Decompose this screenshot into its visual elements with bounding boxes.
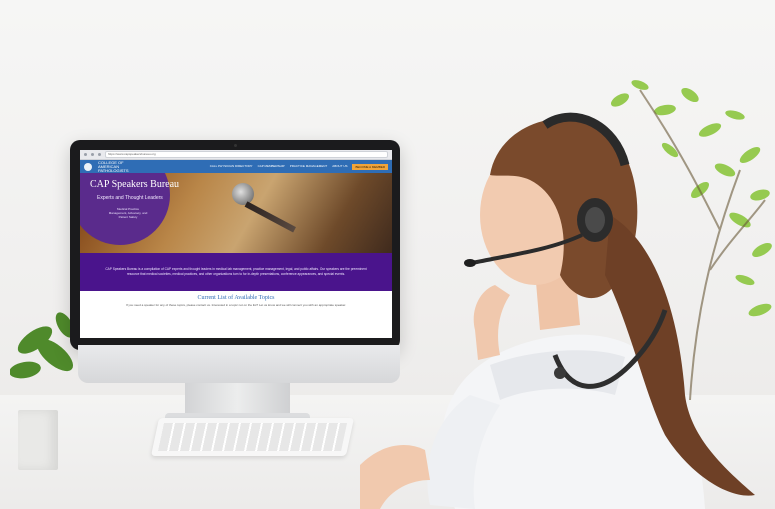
photo-scene: https://www.capspeakersbureau.org COLLEG… (0, 0, 775, 509)
plant-pot (18, 410, 58, 470)
forward-icon[interactable] (91, 153, 94, 156)
logo-text[interactable]: COLLEGE OF AMERICAN PATHOLOGISTS (98, 160, 144, 173)
topics-title: Current List of Available Topics (197, 295, 275, 301)
topics-section: Current List of Available Topics If you … (80, 291, 392, 307)
nav-link[interactable]: PRACTICE MANAGEMENT (290, 164, 328, 170)
nav-link[interactable]: ABOUT US (332, 164, 347, 170)
hero-small-text: Medical Practice Management, Advocacy, a… (108, 207, 148, 219)
hero-title: CAP Speakers Bureau (90, 179, 180, 190)
site-nav: COLLEGE OF AMERICAN PATHOLOGISTS CALL PH… (80, 160, 392, 173)
monitor-stand (185, 383, 290, 415)
reload-icon[interactable] (98, 153, 101, 156)
back-icon[interactable] (84, 153, 87, 156)
address-bar[interactable]: https://www.capspeakersbureau.org (105, 151, 388, 158)
cap-logo-icon[interactable] (84, 162, 92, 171)
keyboard-keys (158, 423, 347, 451)
description-text: CAP Speakers Bureau is a compilation of … (105, 267, 367, 276)
microphone-image (232, 183, 254, 205)
browser-toolbar: https://www.capspeakersbureau.org (80, 150, 392, 160)
topics-text: If you need a speaker for any of these t… (125, 303, 347, 307)
description-band: CAP Speakers Bureau is a compilation of … (80, 253, 392, 291)
monitor-screen: https://www.capspeakersbureau.org COLLEG… (80, 150, 392, 338)
nav-link[interactable]: CALL PHYSICIAN DIRECTORY (210, 164, 253, 170)
doctor-with-headset (360, 112, 755, 509)
hero-banner: CAP Speakers Bureau Experts and Thought … (80, 173, 392, 253)
keyboard (150, 418, 355, 456)
nav-link[interactable]: CAP MEMBERSHIP (258, 164, 285, 170)
monitor-chin (78, 345, 400, 383)
microphone-stand (244, 201, 296, 233)
hero-subtitle: Experts and Thought Leaders (97, 195, 163, 201)
webcam (234, 144, 237, 147)
